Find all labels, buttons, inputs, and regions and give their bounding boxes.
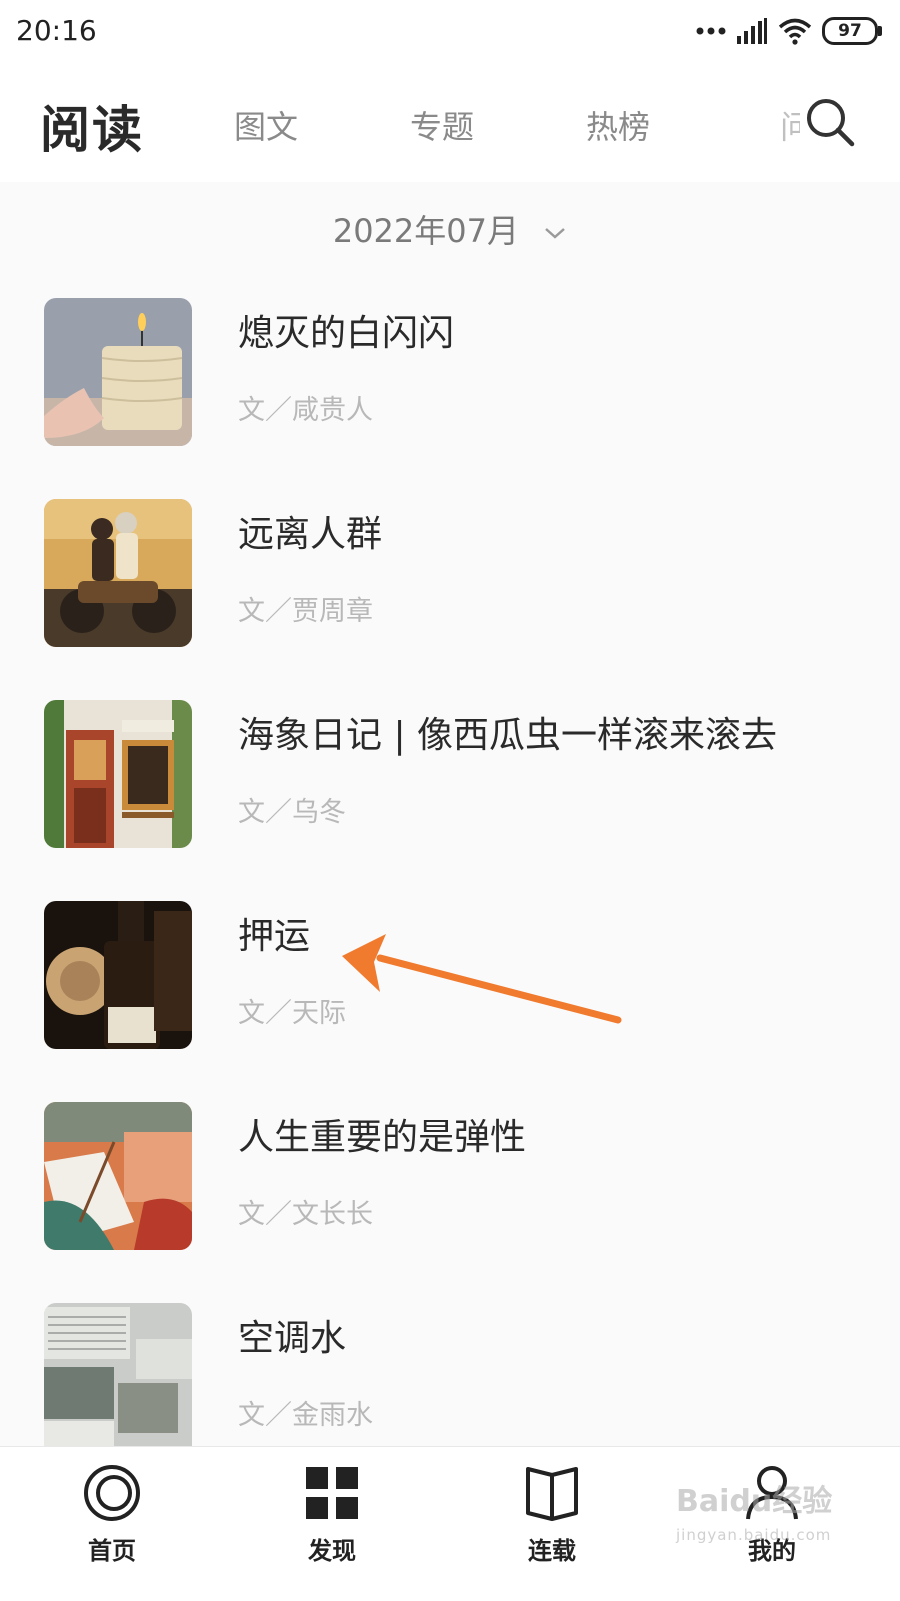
nav-home-label: 首页 [88, 1537, 136, 1565]
watermark-text: Baidu经验 [676, 1484, 833, 1519]
article-author: 文／金雨水 [238, 1400, 373, 1431]
more-dots-icon [696, 27, 726, 35]
article-item[interactable]: 熄灭的白闪闪 文／咸贵人 [0, 298, 900, 448]
article-author: 文／咸贵人 [238, 395, 373, 426]
nav-home[interactable]: 首页 [52, 1463, 172, 1566]
thumbnail-candle [44, 298, 192, 446]
article-item[interactable]: 海象日记 | 像西瓜虫一样滚来滚去 文／乌冬 [0, 700, 900, 850]
app-header: 阅读 图文 专题 热榜 问 [0, 62, 900, 182]
nav-discover[interactable]: 发现 [272, 1463, 392, 1566]
status-icons: 97 [696, 14, 882, 48]
nav-serial[interactable]: 连载 [492, 1463, 612, 1566]
tab-zhuanti[interactable]: 专题 [410, 102, 474, 148]
nav-serial-label: 连载 [528, 1537, 576, 1565]
article-author: 文／乌冬 [238, 797, 346, 828]
article-title: 空调水 [238, 1318, 347, 1359]
article-title: 熄灭的白闪闪 [238, 313, 455, 354]
chevron-down-icon [545, 228, 566, 239]
article-author: 文／贾周章 [238, 596, 373, 627]
search-button[interactable] [800, 92, 860, 152]
search-icon [807, 99, 855, 147]
thumbnail-motorbike [44, 499, 192, 647]
annotation-arrow-icon [342, 934, 622, 1024]
home-ring-icon [84, 1465, 140, 1521]
signal-icon [737, 18, 767, 44]
wifi-icon [778, 18, 812, 45]
watermark: Baidu经验 jingyan.baidu.com [676, 1476, 846, 1556]
status-time: 20:16 [16, 14, 97, 47]
article-title: 押运 [238, 916, 311, 957]
article-title: 人生重要的是弹性 [238, 1117, 527, 1158]
article-item[interactable]: 远离人群 文／贾周章 [0, 499, 900, 649]
page-title: 阅读 [40, 101, 144, 159]
article-author: 文／文长长 [238, 1199, 373, 1230]
article-item[interactable]: 人生重要的是弹性 文／文长长 [0, 1102, 900, 1252]
article-title: 远离人群 [238, 514, 383, 555]
book-icon [526, 1467, 578, 1521]
thumbnail-shopfront [44, 700, 192, 848]
thumbnail-aircon [44, 1303, 192, 1446]
thumbnail-painting [44, 1102, 192, 1250]
month-selector[interactable]: 2022年07月 [0, 206, 900, 252]
month-value: 2022年07月 [332, 212, 519, 250]
tab-tuwen[interactable]: 图文 [234, 102, 298, 148]
battery-indicator: 97 [822, 17, 882, 45]
nav-discover-label: 发现 [308, 1537, 356, 1565]
article-item[interactable]: 空调水 文／金雨水 [0, 1303, 900, 1453]
thumbnail-bottle [44, 901, 192, 1049]
status-bar: 20:16 97 [0, 0, 900, 62]
watermark-subtext: jingyan.baidu.com [676, 1526, 832, 1544]
grid-icon [306, 1467, 358, 1519]
article-title: 海象日记 | 像西瓜虫一样滚来滚去 [238, 715, 778, 756]
tab-rebang[interactable]: 热榜 [586, 102, 650, 148]
